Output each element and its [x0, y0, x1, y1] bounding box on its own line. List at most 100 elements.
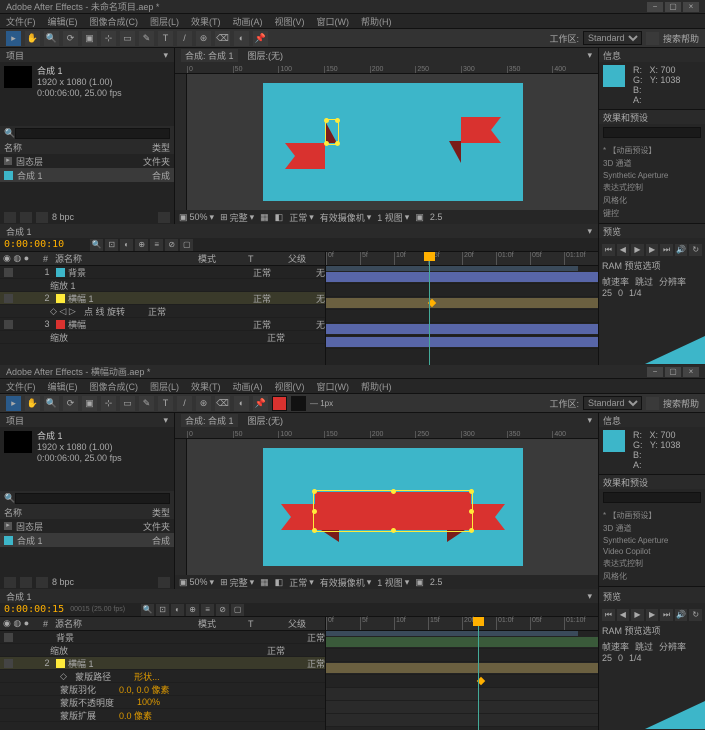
timeline-tracks[interactable]: 0f5f10f15f20f01:0f05f01:10f	[326, 252, 598, 365]
stamp-tool-icon[interactable]: ⊛	[196, 396, 211, 411]
preview-mode[interactable]: 正常 ▾	[289, 211, 314, 224]
layer-row[interactable]: 1背景正常无	[0, 266, 325, 279]
interpret-icon[interactable]	[4, 212, 16, 223]
info-tab[interactable]: 信息	[599, 48, 705, 62]
tl-tool[interactable]: ▢	[180, 239, 193, 251]
3d-icon[interactable]: ▣	[415, 577, 424, 588]
panel-menu-icon[interactable]: ▾	[587, 50, 592, 61]
new-comp-icon[interactable]	[36, 577, 48, 588]
tl-tool[interactable]: ⊕	[186, 604, 199, 616]
panel-menu-icon[interactable]: ▾	[587, 226, 592, 237]
brush-tool-icon[interactable]: /	[177, 31, 192, 46]
loop-icon[interactable]: ↻	[689, 244, 702, 256]
playhead[interactable]	[429, 252, 430, 365]
zoom-dropdown[interactable]: ▣ 50% ▾	[179, 577, 214, 588]
layer-row[interactable]: 背景正常	[0, 631, 325, 644]
selection-box[interactable]	[325, 119, 339, 145]
selection-tool-icon[interactable]: ▸	[6, 396, 21, 411]
property-row[interactable]: ◇ ◁ ▷ 点 线 旋转正常	[0, 305, 325, 318]
info-tab[interactable]: 信息	[599, 413, 705, 427]
rotate-tool-icon[interactable]: ⟳	[63, 396, 78, 411]
menu-window[interactable]: 窗口(W)	[317, 15, 350, 28]
tl-tool[interactable]: ◐	[171, 604, 184, 616]
menu-window[interactable]: 窗口(W)	[317, 380, 350, 393]
prev-frame-icon[interactable]: ◀	[617, 244, 630, 256]
mask-icon[interactable]: ◧	[275, 212, 284, 223]
fps-val[interactable]: 25	[602, 288, 612, 298]
anchor-tool-icon[interactable]: ⊹	[101, 396, 116, 411]
layer-tab[interactable]: 图层:(无)	[244, 49, 288, 62]
menu-anim[interactable]: 动画(A)	[233, 380, 263, 393]
camera-dropdown[interactable]: 有效摄像机 ▾	[320, 576, 372, 589]
eye-icon[interactable]	[4, 268, 13, 277]
prev-frame-icon[interactable]: ◀	[617, 609, 630, 621]
loop-icon[interactable]: ↻	[689, 609, 702, 621]
fx-search-input[interactable]	[603, 492, 701, 503]
camera-tool-icon[interactable]: ▣	[82, 396, 97, 411]
fill-color[interactable]	[272, 396, 287, 411]
search-icon[interactable]: 🔍	[141, 604, 154, 616]
roto-tool-icon[interactable]: ◐	[234, 396, 249, 411]
eraser-tool-icon[interactable]: ⌫	[215, 396, 230, 411]
rect-tool-icon[interactable]: ▭	[120, 396, 135, 411]
interpret-icon[interactable]	[4, 577, 16, 588]
eye-icon[interactable]	[4, 294, 13, 303]
text-tool-icon[interactable]: T	[158, 396, 173, 411]
playhead[interactable]	[478, 617, 479, 730]
layer-tab[interactable]: 图层:(无)	[244, 414, 288, 427]
tl-tool[interactable]: ⊘	[216, 604, 229, 616]
menu-view[interactable]: 视图(V)	[275, 15, 305, 28]
brush-tool-icon[interactable]: /	[177, 396, 192, 411]
timeline-tracks[interactable]: 0f5f10f15f20f01:0f05f01:10f	[326, 617, 598, 730]
viewport[interactable]	[175, 439, 598, 575]
panel-menu-icon[interactable]: ▾	[587, 591, 592, 602]
menu-anim[interactable]: 动画(A)	[233, 15, 263, 28]
menu-file[interactable]: 文件(F)	[6, 15, 36, 28]
folder-row[interactable]: ▸固态层文件夹	[0, 154, 174, 168]
mask-icon[interactable]: ◧	[275, 577, 284, 588]
play-icon[interactable]: ▶	[631, 609, 644, 621]
next-frame-icon[interactable]: ▶	[646, 609, 659, 621]
res-dropdown[interactable]: ⊞ 完整 ▾	[220, 576, 254, 589]
tl-tool[interactable]: ⊡	[105, 239, 118, 251]
hand-tool-icon[interactable]: ✋	[25, 31, 40, 46]
tl-tool[interactable]: ▢	[231, 604, 244, 616]
fps-val[interactable]: 25	[602, 653, 612, 663]
rect-tool-icon[interactable]: ▭	[120, 31, 135, 46]
project-search-input[interactable]	[15, 493, 170, 504]
search-icon[interactable]	[646, 397, 659, 410]
last-frame-icon[interactable]: ⏭	[660, 244, 673, 256]
timecode[interactable]: 0:00:00:15	[4, 604, 64, 615]
zoom-tool-icon[interactable]: 🔍	[44, 396, 59, 411]
time-ruler[interactable]: 0f5f10f15f20f01:0f05f01:10f	[326, 617, 598, 631]
last-frame-icon[interactable]: ⏭	[660, 609, 673, 621]
anchor-tool-icon[interactable]: ⊹	[101, 31, 116, 46]
rotate-tool-icon[interactable]: ⟳	[63, 31, 78, 46]
skip-val[interactable]: 0	[618, 288, 623, 298]
roto-tool-icon[interactable]: ◐	[234, 31, 249, 46]
timecode[interactable]: 0:00:00:10	[4, 239, 64, 250]
first-frame-icon[interactable]: ⏮	[602, 244, 615, 256]
exposure[interactable]: 2.5	[430, 212, 443, 222]
preview-tab[interactable]: 预览	[599, 224, 705, 238]
new-comp-icon[interactable]	[36, 212, 48, 223]
fx-list[interactable]: * 【动画预设】3D 通道Synthetic Aperture表达式控制风格化键…	[599, 141, 705, 223]
res-val[interactable]: 1/4	[629, 653, 642, 663]
audio-icon[interactable]: 🔊	[675, 244, 688, 256]
tl-tool[interactable]: ≡	[150, 239, 163, 251]
timeline-tab[interactable]: 合成 1	[6, 225, 32, 238]
tl-tool[interactable]: ⊡	[156, 604, 169, 616]
pen-tool-icon[interactable]: ✎	[139, 396, 154, 411]
pen-tool-icon[interactable]: ✎	[139, 31, 154, 46]
layer-row[interactable]: 3横幅正常无	[0, 318, 325, 331]
bit-depth[interactable]: 8 bpc	[52, 577, 74, 587]
eraser-tool-icon[interactable]: ⌫	[215, 31, 230, 46]
preview-tab[interactable]: 预览	[599, 589, 705, 603]
property-row[interactable]: 蒙版扩展0.0 像素	[0, 709, 325, 722]
eye-icon[interactable]	[4, 320, 13, 329]
puppet-tool-icon[interactable]: 📌	[253, 396, 268, 411]
property-row[interactable]: 缩放正常	[0, 331, 325, 344]
stamp-tool-icon[interactable]: ⊛	[196, 31, 211, 46]
tl-tool[interactable]: ⊘	[165, 239, 178, 251]
grid-icon[interactable]: ▦	[260, 212, 269, 223]
